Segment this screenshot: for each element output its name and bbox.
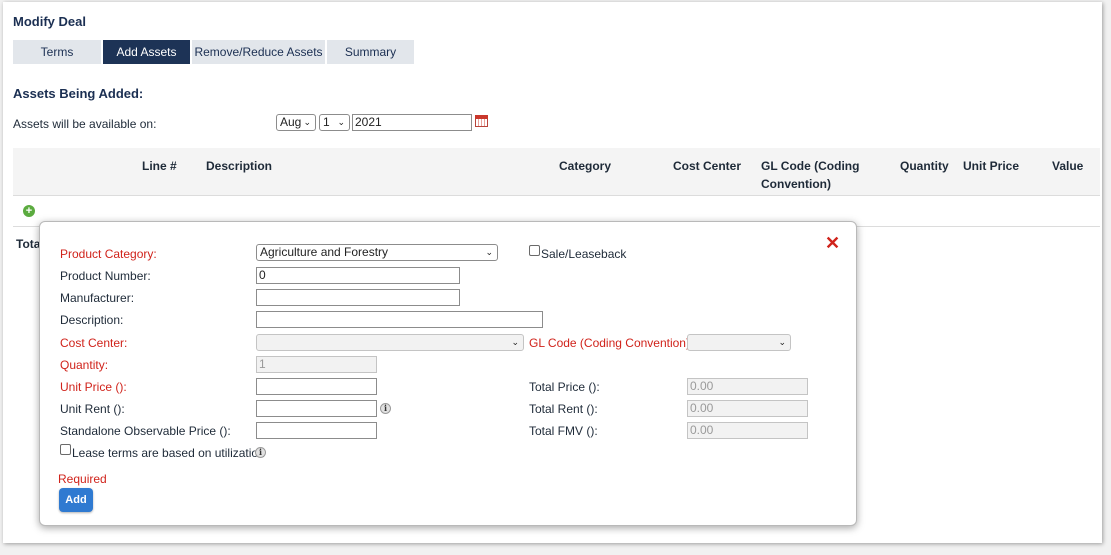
chevron-down-icon: ⌄ [303, 117, 311, 127]
page-title: Modify Deal [13, 14, 86, 29]
description-label: Description: [60, 313, 124, 327]
manufacturer-input[interactable] [256, 289, 460, 306]
add-asset-dialog: ✕ Product Category: Agriculture and Fore… [39, 221, 857, 526]
total-fmv-input: 0.00 [687, 422, 808, 439]
total-fmv-label: Total FMV (): [529, 424, 598, 438]
col-category: Category [559, 159, 612, 173]
unit-rent-input[interactable] [256, 400, 377, 417]
product-category-value: Agriculture and Forestry [260, 245, 389, 259]
gl-code-select[interactable]: ⌄ [687, 334, 791, 351]
total-label: Tota [16, 237, 41, 251]
required-note: Required [58, 472, 107, 486]
month-value: Aug [280, 115, 302, 129]
gl-code-label: GL Code (Coding Convention): [529, 336, 694, 350]
manufacturer-label: Manufacturer: [60, 291, 135, 305]
tab-remove-reduce-assets[interactable]: Remove/Reduce Assets [192, 40, 325, 64]
total-rent-input: 0.00 [687, 400, 808, 417]
col-gl-code-line2: Convention) [761, 177, 831, 191]
available-on-label: Assets will be available on: [13, 117, 157, 131]
lease-terms-label: Lease terms are based on utilization [72, 446, 265, 460]
tab-terms[interactable]: Terms [13, 40, 101, 64]
info-icon[interactable]: i [255, 447, 266, 458]
day-select[interactable]: 1 ⌄ [319, 114, 350, 131]
year-input[interactable]: 2021 [352, 114, 472, 131]
total-price-label: Total Price (): [529, 380, 600, 394]
chevron-down-icon: ⌄ [778, 337, 786, 347]
cost-center-label: Cost Center: [60, 336, 128, 350]
assets-table-header: Line # Description Category Cost Center … [13, 148, 1100, 196]
col-cost-center: Cost Center [673, 159, 742, 173]
month-select[interactable]: Aug ⌄ [276, 114, 316, 131]
add-button[interactable]: Add [59, 488, 93, 512]
lease-terms-checkbox[interactable] [60, 444, 71, 455]
section-title: Assets Being Added: [13, 86, 144, 101]
unit-price-input[interactable] [256, 378, 377, 395]
col-line-number: Line # [142, 159, 177, 173]
sop-label: Standalone Observable Price (): [60, 424, 231, 438]
unit-rent-label: Unit Rent (): [60, 402, 125, 416]
col-quantity: Quantity [900, 159, 949, 173]
close-icon[interactable]: ✕ [825, 234, 840, 252]
col-gl-code-line1: GL Code (Coding [761, 159, 860, 173]
product-category-select[interactable]: Agriculture and Forestry ⌄ [256, 244, 498, 261]
calendar-icon[interactable] [475, 115, 488, 127]
modify-deal-panel: Modify Deal Terms Add Assets Remove/Redu… [3, 2, 1102, 543]
tab-summary[interactable]: Summary [327, 40, 414, 64]
col-description: Description [206, 159, 273, 173]
col-value: Value [1052, 159, 1084, 173]
quantity-input[interactable]: 1 [256, 356, 377, 373]
add-circle-icon[interactable]: + [23, 205, 35, 217]
tab-add-assets[interactable]: Add Assets [103, 40, 190, 64]
sale-leaseback-label: Sale/Leaseback [541, 247, 627, 261]
total-rent-label: Total Rent (): [529, 402, 598, 416]
sale-leaseback-checkbox[interactable] [529, 245, 540, 256]
col-gl-code: GL Code (Coding Convention) [761, 157, 859, 193]
col-unit-price: Unit Price [963, 159, 1020, 173]
info-icon[interactable]: i [380, 403, 391, 414]
cost-center-select[interactable]: ⌄ [256, 334, 524, 351]
product-number-label: Product Number: [60, 269, 151, 283]
product-category-label: Product Category: [60, 247, 157, 261]
chevron-down-icon: ⌄ [337, 117, 345, 127]
day-value: 1 [323, 115, 330, 129]
chevron-down-icon: ⌄ [511, 337, 519, 347]
product-number-input[interactable]: 0 [256, 267, 460, 284]
chevron-down-icon: ⌄ [485, 247, 493, 257]
unit-price-label: Unit Price (): [60, 380, 127, 394]
description-input[interactable] [256, 311, 543, 328]
total-price-input: 0.00 [687, 378, 808, 395]
sop-input[interactable] [256, 422, 377, 439]
quantity-label: Quantity: [60, 358, 109, 372]
